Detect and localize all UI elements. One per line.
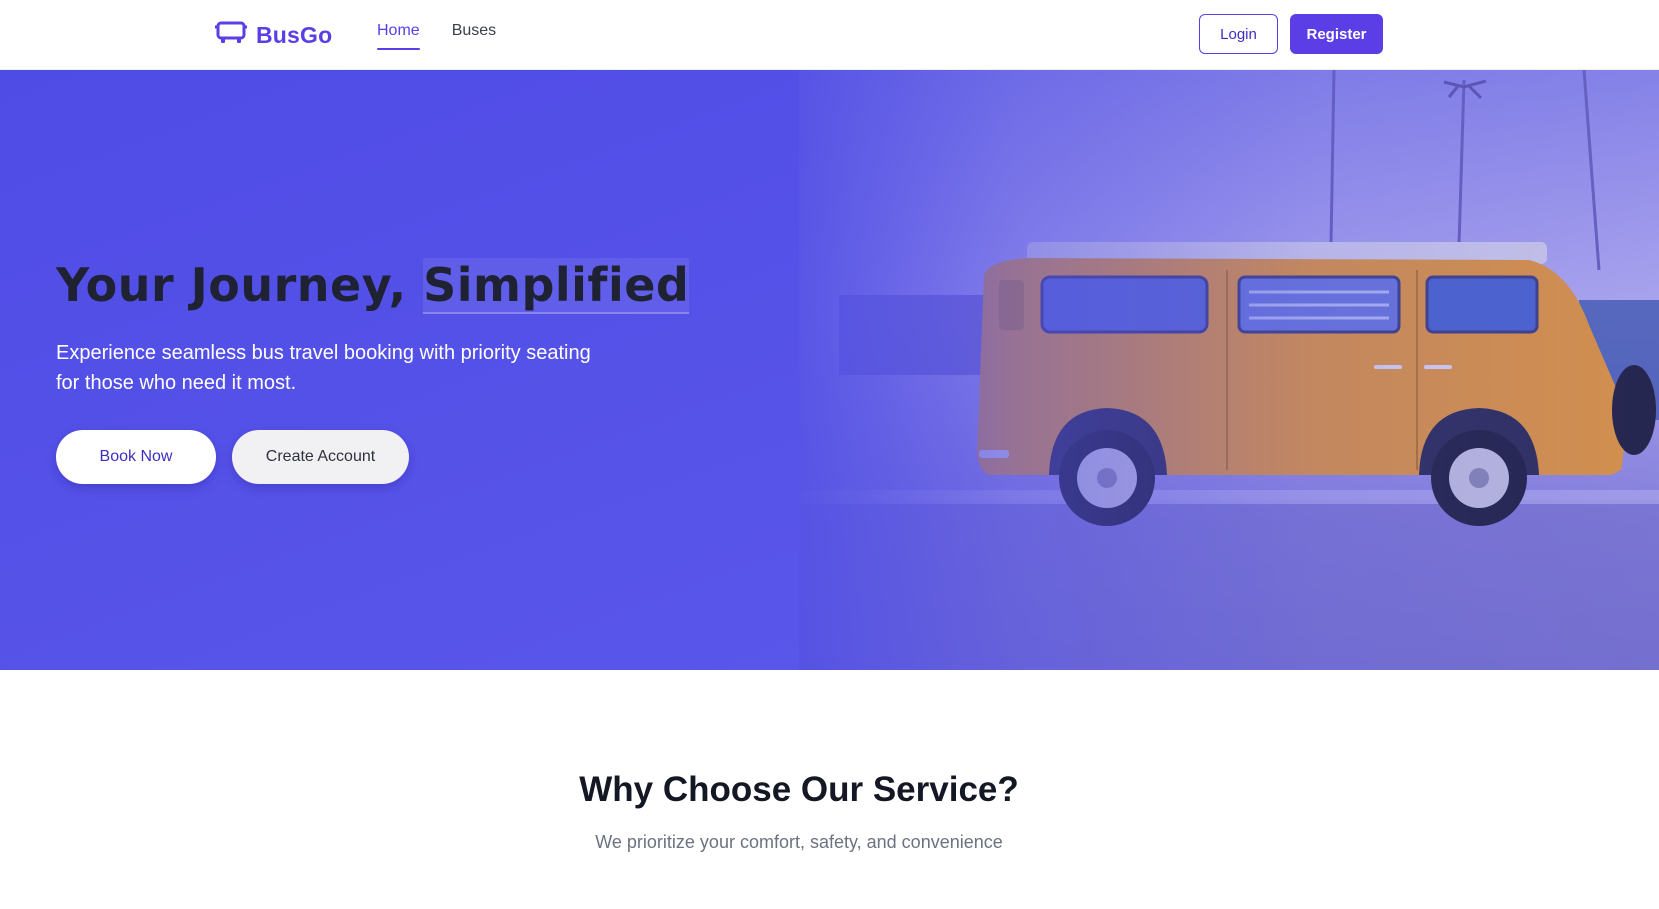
brand-name: BusGo bbox=[256, 22, 333, 48]
hero-title-main: Your Journey, bbox=[56, 258, 424, 312]
why-section-title: Why Choose Our Service? bbox=[579, 770, 1019, 809]
hero-title: Your Journey, Simplified bbox=[56, 258, 690, 314]
login-button[interactable]: Login bbox=[1199, 14, 1278, 54]
nav-link-buses[interactable]: Buses bbox=[452, 22, 496, 50]
top-navbar: BusGo Home Buses Login Register bbox=[0, 0, 1659, 70]
bus-icon bbox=[214, 20, 248, 51]
register-button[interactable]: Register bbox=[1290, 14, 1383, 54]
hero-image-overlay bbox=[799, 70, 1659, 670]
orange-van-photo bbox=[799, 70, 1659, 670]
book-now-button[interactable]: Book Now bbox=[56, 430, 216, 484]
main-nav: Home Buses bbox=[377, 22, 496, 50]
nav-link-home[interactable]: Home bbox=[377, 22, 420, 50]
brand-logo[interactable]: BusGo bbox=[214, 20, 332, 51]
hero-subtitle: Experience seamless bus travel booking w… bbox=[56, 342, 591, 394]
why-section-subtitle: We prioritize your comfort, safety, and … bbox=[595, 832, 1003, 852]
hero-section: Your Journey, Simplified Experience seam… bbox=[0, 70, 1659, 670]
hero-title-highlight: Simplified bbox=[423, 258, 690, 314]
create-account-button[interactable]: Create Account bbox=[232, 430, 409, 484]
